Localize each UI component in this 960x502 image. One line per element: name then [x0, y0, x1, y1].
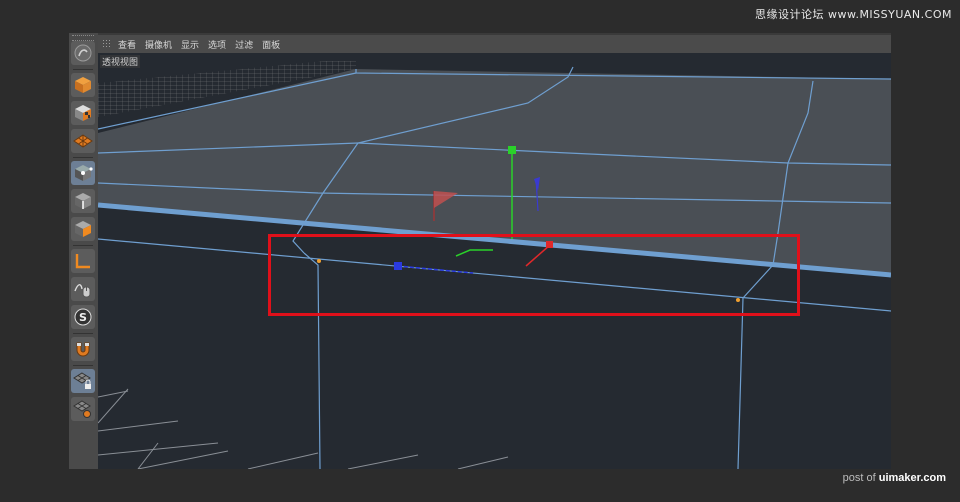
- cube-object-icon[interactable]: [71, 73, 95, 97]
- cinema4d-window: S 查看 摄像机 显示 选项 过滤 面板 透视视图: [69, 33, 891, 469]
- checker-cube-icon[interactable]: [71, 101, 95, 125]
- perspective-viewport[interactable]: 透视视图: [98, 53, 891, 469]
- viewport-label: 透视视图: [100, 55, 141, 68]
- menubar-grip-icon[interactable]: [102, 39, 112, 49]
- viewport-scene[interactable]: [98, 53, 891, 469]
- edges-mode-icon[interactable]: [71, 189, 95, 213]
- workplane-icon[interactable]: [71, 397, 95, 421]
- polygon-grid-icon[interactable]: [71, 129, 95, 153]
- viewport-menubar: 查看 摄像机 显示 选项 过滤 面板: [98, 35, 891, 53]
- menu-options[interactable]: 选项: [208, 38, 226, 51]
- magnet-icon[interactable]: [71, 337, 95, 361]
- menu-camera[interactable]: 摄像机: [145, 38, 172, 51]
- site-watermark: 思缘设计论坛 www.MISSYUAN.COM: [754, 8, 952, 21]
- workplane-lock-icon[interactable]: [71, 369, 95, 393]
- axis-mode-icon[interactable]: [71, 249, 95, 273]
- vertex-point[interactable]: [317, 259, 321, 263]
- post-brand: uimaker.com: [878, 472, 946, 484]
- post-prefix: post of: [842, 472, 876, 484]
- polygons-mode-icon[interactable]: [71, 217, 95, 241]
- vertex-point[interactable]: [736, 298, 740, 302]
- points-mode-icon[interactable]: [71, 161, 95, 185]
- menu-view[interactable]: 查看: [118, 38, 136, 51]
- svg-text:S: S: [79, 311, 87, 324]
- menu-filter[interactable]: 过滤: [235, 38, 253, 51]
- left-toolbar: S: [69, 33, 98, 469]
- tweak-mode-icon[interactable]: [71, 277, 95, 301]
- snap-icon[interactable]: S: [71, 305, 95, 329]
- cinema4d-logo-icon[interactable]: [71, 41, 95, 65]
- menu-panel[interactable]: 面板: [262, 38, 280, 51]
- post-watermark: post of uimaker.com: [843, 472, 946, 484]
- menu-display[interactable]: 显示: [181, 38, 199, 51]
